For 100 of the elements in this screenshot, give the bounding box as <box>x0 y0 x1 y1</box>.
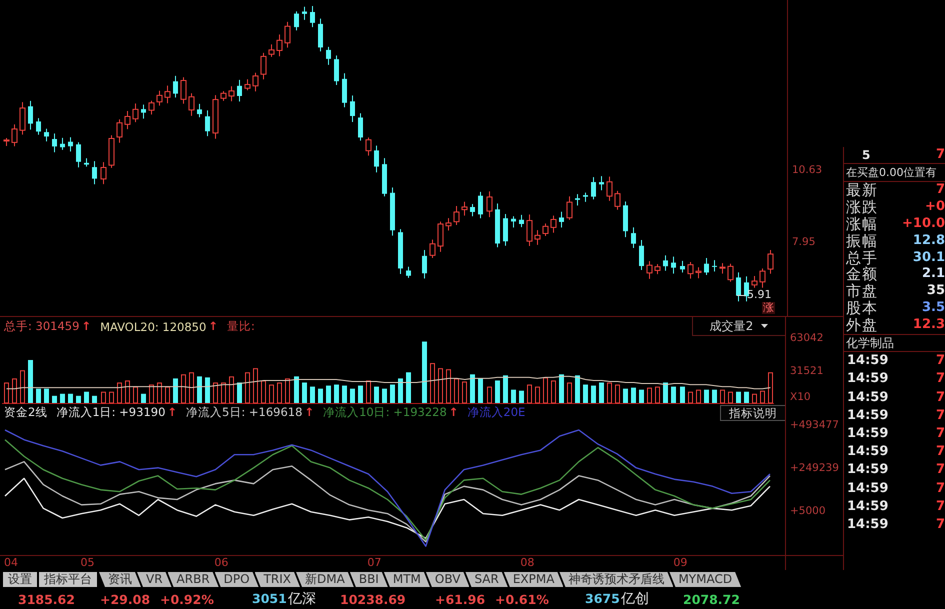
unit-label: X10 <box>790 391 811 403</box>
date-label: 07 <box>367 557 382 569</box>
toolbar-button[interactable]: 指标平台 <box>39 572 97 587</box>
candle <box>566 196 572 220</box>
candle <box>752 276 758 288</box>
candle <box>478 191 483 219</box>
candle <box>614 190 620 210</box>
candle <box>599 176 604 191</box>
candle <box>511 216 516 228</box>
indicator-reading: 总手: 301459 <box>4 319 80 334</box>
candle <box>20 102 26 136</box>
indicator-tab[interactable]: OBV <box>426 572 470 587</box>
field-value: 12.3 <box>912 318 945 332</box>
candle <box>197 103 202 118</box>
indicator-tab[interactable]: MYMACD <box>669 572 742 587</box>
candle <box>390 187 395 236</box>
legend-label: 净流入10日: +193228 <box>323 405 447 420</box>
candle <box>454 206 460 226</box>
indicator-tab[interactable]: TRIX <box>254 572 300 587</box>
candle <box>148 100 154 116</box>
field-label: 涨跌 <box>846 199 878 216</box>
candle <box>68 136 73 152</box>
tick-price: 7 <box>936 445 945 460</box>
legend-label: 净流入20E <box>467 405 526 420</box>
candle <box>671 256 676 274</box>
candle <box>575 194 580 206</box>
indicator-tab[interactable]: SAR <box>465 572 508 587</box>
tick-price: 7 <box>936 408 945 423</box>
candle <box>462 201 468 216</box>
indicator-reading: MAVOL20: 120850 <box>100 320 206 334</box>
indicator-select[interactable]: 成交量2 <box>692 317 785 336</box>
field-value: +0 <box>925 200 945 214</box>
candle <box>350 94 355 122</box>
candle <box>470 204 475 217</box>
candle <box>768 250 774 274</box>
candle <box>4 138 10 146</box>
indicator-tab[interactable]: 神奇诱预术矛盾线 <box>559 572 674 587</box>
field-value: 2.1 <box>922 267 945 282</box>
axis-label: +5000 <box>790 504 826 517</box>
candle <box>486 190 492 218</box>
date-label: 06 <box>214 557 228 569</box>
candle <box>268 44 274 58</box>
candle <box>503 214 508 246</box>
tick-price: 7 <box>936 518 945 532</box>
tick-price: 7 <box>936 354 945 368</box>
legend-label: 净流入5日: +169618 <box>186 405 302 420</box>
leader-line <box>737 294 746 296</box>
indicator-tab[interactable]: DPO <box>214 572 259 587</box>
order-price: 7 <box>936 148 945 162</box>
indicator-tab[interactable]: VR <box>137 572 172 587</box>
trend-arrow: ↑ <box>167 406 178 419</box>
candle <box>180 76 186 104</box>
indicator-reading: 量比: <box>226 319 255 334</box>
tick-time: 14:59 <box>847 463 888 478</box>
trend-arrow: ↑ <box>304 406 314 419</box>
tick-price: 7 <box>936 463 945 478</box>
indicator-tab[interactable]: 新DMA <box>296 572 354 587</box>
field-label: 股本 <box>846 300 878 316</box>
index-value: +0.61% <box>495 592 550 606</box>
candle <box>430 239 436 259</box>
indicator-tab[interactable]: ARBR <box>168 572 219 587</box>
tick-price: 7 <box>936 500 945 514</box>
indicator-tab[interactable]: MTM <box>384 572 430 587</box>
axis-label: 7.95 <box>792 236 816 248</box>
candle <box>52 133 57 153</box>
tick-price: 7 <box>936 427 945 442</box>
turnover-amount: 3675 <box>585 591 620 606</box>
tick-time: 14:59 <box>847 482 888 496</box>
candle <box>358 112 363 142</box>
indicator-tab[interactable]: BBI <box>350 572 388 587</box>
axis-label: 31521 <box>790 364 824 377</box>
indicator-tab[interactable]: 资讯 <box>99 572 141 587</box>
candle <box>606 176 612 202</box>
candle <box>173 75 178 98</box>
candle <box>294 10 299 31</box>
candle <box>446 218 452 231</box>
candle <box>310 6 315 28</box>
tick-time: 14:59 <box>847 445 888 460</box>
date-label: 08 <box>520 557 534 569</box>
axis-label: +249239 <box>790 462 839 474</box>
candle <box>188 92 194 116</box>
date-label: 09 <box>673 557 688 569</box>
field-label: 最新 <box>846 182 878 198</box>
indicator-help-button[interactable]: 指标说明 <box>720 404 785 420</box>
candle <box>244 78 250 91</box>
index-value: +61.96 <box>435 592 486 606</box>
candle <box>639 239 644 270</box>
candle <box>720 262 726 274</box>
toolbar-button[interactable]: 设置 <box>3 572 37 587</box>
tick-time: 14:59 <box>847 354 888 368</box>
candle <box>760 268 766 288</box>
candle <box>60 137 65 150</box>
industry-label: 化学制品 <box>844 334 945 352</box>
candle <box>116 118 122 144</box>
candle <box>646 260 652 280</box>
field-value: 3.5 <box>922 300 945 315</box>
field-value: 30.1 <box>912 250 945 265</box>
indicator-tab[interactable]: EXPMA <box>504 572 564 587</box>
trend-arrow: ↑ <box>208 320 218 333</box>
tick-time: 14:59 <box>847 390 888 405</box>
